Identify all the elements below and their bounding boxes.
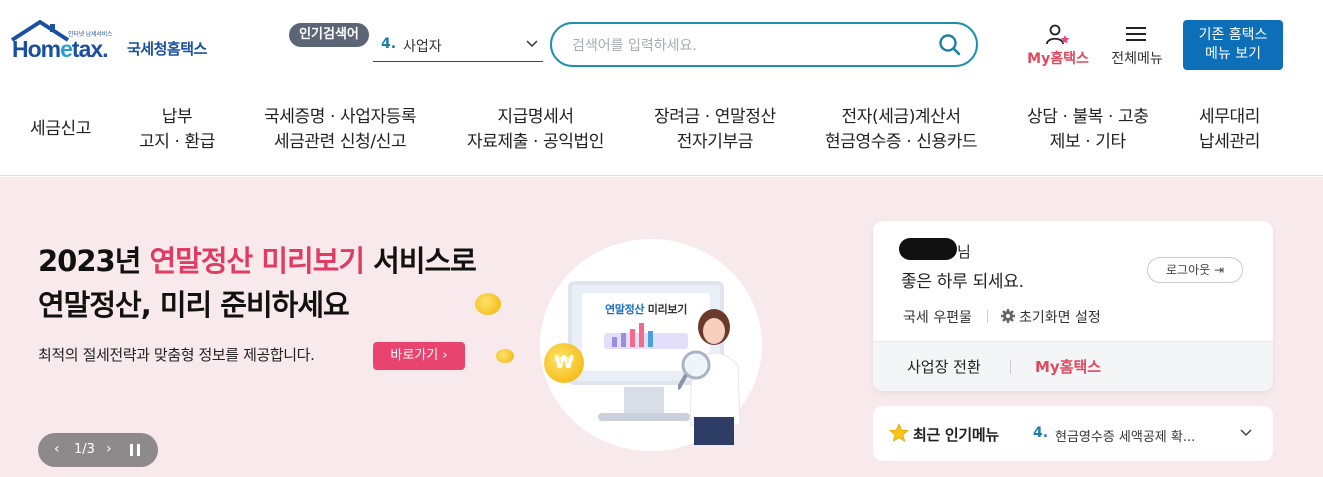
gnb-label: 전자(세금)계산서 — [841, 107, 962, 127]
main-navigation: 세금신고 납부 고지 · 환급 국세증명 · 사업자등록 세금관련 신청/신고 … — [0, 88, 1323, 176]
my-hometax-footer-link[interactable]: My홈택스 — [1035, 356, 1101, 377]
gnb-sublabel: 세금관련 신청/신고 — [273, 132, 407, 152]
switch-business-link[interactable]: 사업장 전환 — [907, 356, 981, 377]
home-settings-link[interactable]: 초기화면 설정 — [1019, 307, 1101, 327]
banner-line2: 연말정산, 미리 준비하세요 — [38, 288, 350, 322]
divider — [1010, 360, 1011, 374]
gnb-sublabel: 자료제출 · 공익법인 — [467, 132, 604, 152]
gnb-sublabel: 전자기부금 — [676, 132, 754, 152]
slider-controls: ‹ 1/3 › — [38, 433, 158, 467]
banner-go-button[interactable]: 바로가기 › — [373, 342, 465, 370]
main-visual: 2023년 연말정산 미리보기 서비스로 연말정산, 미리 준비하세요 최적의 … — [0, 177, 1323, 477]
gnb-sublabel: 제보 · 기타 — [1049, 132, 1126, 152]
search-box[interactable]: 검색어를 입력하세요. — [550, 22, 978, 67]
hometax-logo[interactable]: 인터넷 납세서비스 Hometax. 국세청홈택스 — [10, 20, 225, 72]
recent-popular-menu[interactable]: 최근 인기메뉴 4. 현금영수증 세액공제 확... — [873, 406, 1273, 461]
gear-icon — [1001, 309, 1015, 323]
old-menu-button[interactable]: 기존 홈택스 메뉴 보기 — [1183, 20, 1283, 70]
user-card-footer: 사업장 전환 My홈택스 — [873, 341, 1273, 391]
search-icon[interactable] — [938, 33, 962, 57]
popular-rank: 4. — [381, 36, 397, 52]
my-hometax-link[interactable]: My홈택스 — [1022, 22, 1094, 72]
gnb-item-payment-statement[interactable]: 지급명세서 자료제출 · 공익법인 — [467, 105, 604, 155]
logo-korean-name: 국세청홈택스 — [127, 40, 207, 58]
gnb-item-consult[interactable]: 상담 · 불복 · 고충 제보 · 기타 — [1027, 105, 1149, 155]
gnb-item-e-invoice[interactable]: 전자(세금)계산서 현금영수증 · 신용카드 — [825, 105, 978, 155]
popular-search-select[interactable]: 4. 사업자 — [373, 30, 543, 62]
woman-with-magnifier-illustration — [678, 309, 741, 445]
gnb-item-certificate[interactable]: 국세증명 · 사업자등록 세금관련 신청/신고 — [264, 105, 417, 155]
gnb-label: 지급명세서 — [497, 107, 574, 127]
logout-button[interactable]: 로그아웃 ⇥ — [1147, 257, 1243, 283]
my-hometax-label: My홈택스 — [1027, 51, 1089, 67]
popular-search-badge: 인기검색어 — [289, 23, 369, 47]
gnb-item-tax-agent[interactable]: 세무대리 납세관리 — [1199, 105, 1260, 155]
recent-menu-label: 최근 인기메뉴 — [913, 426, 999, 444]
user-info-card: 님 좋은 하루 되세요. 로그아웃 ⇥ 국세 우편물 초기화면 설정 사업장 전… — [873, 221, 1273, 391]
banner-line1: 2023년 연말정산 미리보기 서비스로 — [38, 244, 477, 278]
old-menu-line2: 메뉴 보기 — [1205, 46, 1261, 62]
gnb-sublabel: 납세관리 — [1199, 132, 1260, 152]
slider-counter: 1/3 — [74, 442, 95, 457]
gnb-sublabel: 현금영수증 · 신용카드 — [825, 132, 978, 152]
gnb-item-tax-report[interactable]: 세금신고 — [30, 117, 91, 142]
star-icon — [889, 423, 909, 442]
gnb-label: 국세증명 · 사업자등록 — [264, 107, 417, 127]
greeting-text: 좋은 하루 되세요. — [901, 272, 1024, 292]
all-menu-label: 전체메뉴 — [1111, 51, 1163, 67]
popular-keyword[interactable]: 사업자 — [403, 36, 442, 56]
recent-menu-item[interactable]: 현금영수증 세액공제 확... — [1055, 426, 1195, 445]
gnb-item-year-end[interactable]: 장려금 · 연말정산 전자기부금 — [654, 105, 776, 155]
old-menu-line1: 기존 홈택스 — [1198, 27, 1268, 43]
recent-menu-rank: 4. — [1033, 425, 1049, 441]
pause-icon[interactable] — [130, 444, 140, 456]
monitor-stand — [624, 387, 664, 415]
chevron-down-icon[interactable] — [1239, 426, 1253, 440]
gnb-item-payment[interactable]: 납부 고지 · 환급 — [139, 105, 215, 155]
redacted-username — [899, 238, 957, 260]
gnb-sublabel: 고지 · 환급 — [139, 132, 215, 152]
banner-headline: 2023년 연말정산 미리보기 서비스로 연말정산, 미리 준비하세요 — [38, 239, 477, 327]
user-star-icon — [1046, 24, 1070, 45]
coin-icon — [475, 293, 501, 315]
hamburger-menu-icon — [1126, 27, 1146, 41]
search-input[interactable]: 검색어를 입력하세요. — [572, 35, 697, 55]
banner-subtitle: 최적의 절세전략과 맞춤형 정보를 제공합니다. — [38, 346, 315, 364]
gnb-label: 납부 — [161, 107, 193, 127]
gnb-label: 상담 · 불복 · 고충 — [1027, 107, 1149, 127]
bar-graph-icon — [604, 323, 688, 349]
gnb-label: 세무대리 — [1199, 107, 1260, 127]
divider — [987, 310, 988, 323]
coin-icon — [496, 349, 514, 363]
logo-wordmark: Hometax. — [12, 36, 109, 62]
gnb-label: 장려금 · 연말정산 — [654, 107, 776, 127]
tax-mail-link[interactable]: 국세 우편물 — [903, 307, 972, 327]
all-menu-button[interactable]: 전체메뉴 — [1104, 22, 1170, 72]
slider-prev-button[interactable]: ‹ — [54, 441, 60, 457]
gnb-label: 세금신고 — [30, 119, 91, 139]
monitor-base — [598, 413, 690, 421]
header: 인터넷 납세서비스 Hometax. 국세청홈택스 인기검색어 4. 사업자 검… — [0, 0, 1323, 88]
slider-next-button[interactable]: › — [106, 441, 112, 457]
chevron-down-icon[interactable] — [525, 37, 539, 51]
won-coin-icon: ₩ — [544, 343, 584, 383]
username-suffix: 님 — [957, 243, 971, 261]
